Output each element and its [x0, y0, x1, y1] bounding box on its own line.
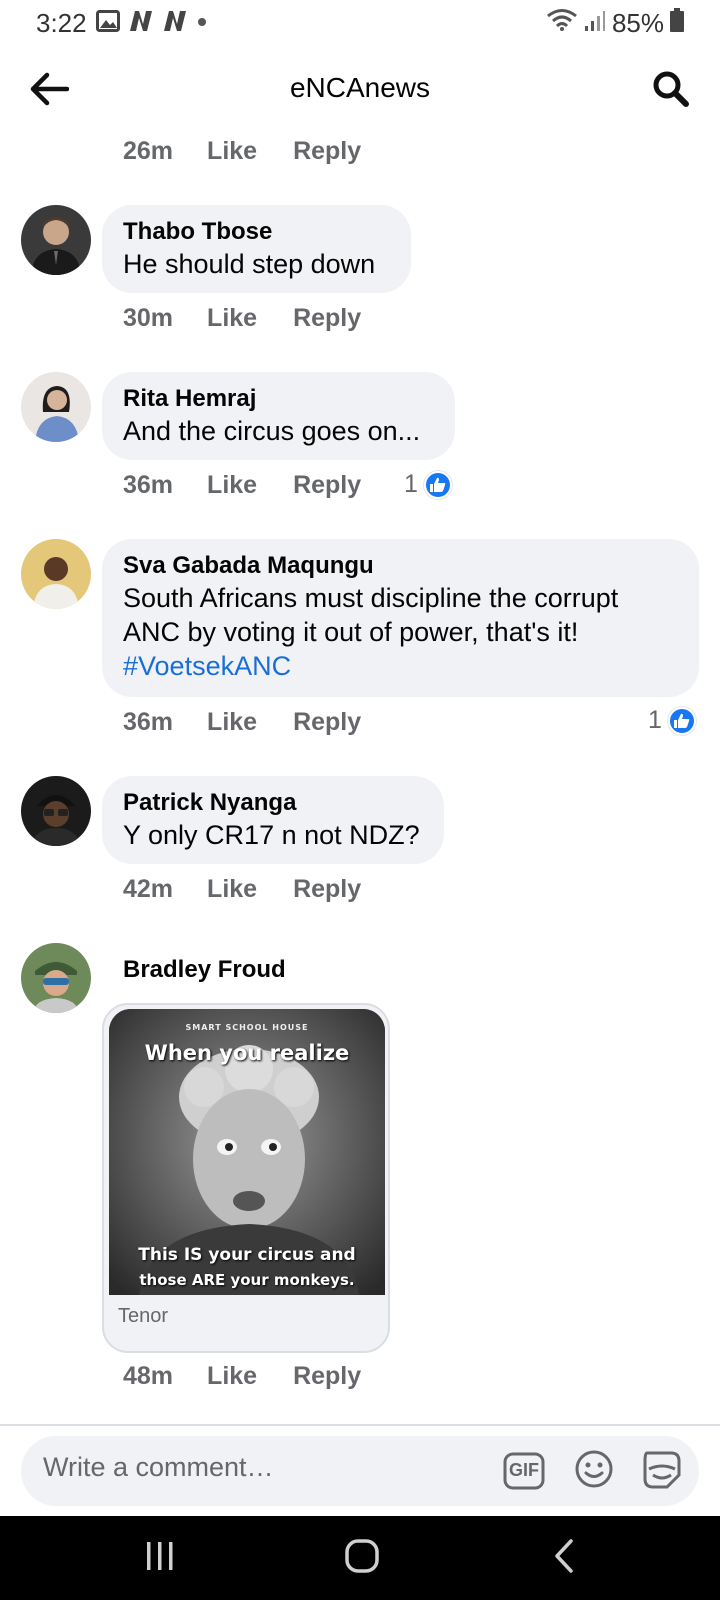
sticker-icon [641, 1449, 683, 1494]
thumbs-up-icon [667, 706, 696, 735]
gif-image[interactable]: SMART SCHOOL HOUSE When you realize This… [109, 1009, 385, 1295]
comment-text-line: ANC by voting it out of power, that's it… [123, 617, 579, 647]
comment-text: Y only CR17 n not NDZ? [123, 820, 420, 850]
comment-time: 30m [123, 304, 174, 332]
gif-source-label: Tenor [118, 1305, 169, 1327]
gif-button[interactable]: GIF [502, 1450, 546, 1492]
comment-bubble[interactable]: Rita Hemraj And the circus goes on... [102, 372, 455, 460]
status-right: 85% [546, 8, 684, 39]
gif-attachment[interactable]: SMART SCHOOL HOUSE When you realize This… [102, 1003, 390, 1353]
comment-time: 36m [123, 708, 174, 736]
like-button[interactable]: Like [207, 137, 257, 166]
comment-time: 42m [123, 875, 174, 903]
reply-button[interactable]: Reply [293, 875, 361, 904]
reply-button[interactable]: Reply [293, 708, 361, 737]
avatar[interactable] [21, 776, 91, 846]
n-app-icon [128, 10, 154, 37]
comment-actions: 30m Like Reply [123, 304, 361, 333]
emoji-icon [574, 1449, 614, 1494]
comment-actions: 36m Like Reply [123, 708, 361, 737]
gif-bottom-caption: This IS your circus and [138, 1245, 356, 1265]
comment-time: 48m [123, 1362, 174, 1390]
comment-bubble[interactable]: Patrick Nyanga Y only CR17 n not NDZ? [102, 776, 444, 864]
home-icon [344, 1538, 380, 1579]
search-button[interactable] [648, 68, 694, 114]
recent-apps-button[interactable] [130, 1536, 190, 1580]
like-button[interactable]: Like [207, 875, 257, 904]
comment-bubble[interactable]: Thabo Tbose He should step down [102, 205, 411, 293]
battery-icon [670, 8, 684, 39]
comment-input[interactable] [43, 1452, 463, 1483]
comment-time: 26m [123, 137, 174, 165]
reply-button[interactable]: Reply [293, 304, 361, 333]
page-title: eNCAnews [289, 72, 431, 103]
reaction-count-text: 1 [648, 706, 662, 734]
like-button[interactable]: Like [207, 1362, 257, 1391]
gif-icon: GIF [503, 1452, 545, 1490]
sticker-button[interactable] [640, 1450, 684, 1492]
back-icon [551, 1538, 577, 1579]
avatar[interactable] [21, 539, 91, 609]
n-app-icon [162, 10, 188, 37]
gif-small-caption: SMART SCHOOL HOUSE [185, 1023, 309, 1032]
avatar[interactable] [21, 943, 91, 1013]
app-header: eNCAnews [0, 46, 720, 136]
battery-text: 85% [611, 8, 664, 38]
comment-author[interactable]: Sva Gabada Maqungu [123, 551, 679, 581]
gallery-icon [96, 10, 120, 37]
status-time: 3:22 [36, 8, 87, 38]
like-button[interactable]: Like [207, 304, 257, 333]
like-button[interactable]: Like [207, 471, 257, 500]
comment-bubble[interactable]: Sva Gabada Maqungu South Africans must d… [102, 539, 699, 697]
status-bar: 3:22 85% [0, 0, 720, 46]
reaction-count-text: 1 [404, 470, 418, 498]
notification-icons [96, 10, 208, 37]
comment-text-line: South Africans must discipline the corru… [123, 583, 619, 613]
comment-actions: 48m Like Reply [123, 1362, 361, 1391]
reaction-count[interactable]: 1 [404, 470, 452, 499]
comment-actions: 36m Like Reply [123, 471, 361, 500]
home-button[interactable] [332, 1536, 392, 1580]
comment-text: He should step down [123, 249, 376, 279]
gif-bottom-caption: those ARE your monkeys. [139, 1271, 355, 1289]
comment-author[interactable]: Thabo Tbose [123, 217, 391, 247]
back-nav-button[interactable] [534, 1536, 594, 1580]
comment-author[interactable]: Patrick Nyanga [123, 788, 424, 818]
gif-icon-label: GIF [509, 1460, 539, 1480]
gif-top-caption: When you realize [144, 1041, 350, 1065]
comment-text: And the circus goes on... [123, 416, 421, 446]
reaction-count[interactable]: 1 [648, 706, 696, 735]
recent-apps-icon [144, 1540, 176, 1577]
comment-composer: GIF [21, 1436, 699, 1506]
wifi-icon [546, 8, 578, 39]
comment-author[interactable]: Rita Hemraj [123, 384, 435, 414]
comment-actions: 26m Like Reply [123, 137, 361, 166]
hashtag-link[interactable]: #VoetsekANC [123, 649, 679, 683]
comment-actions: 42m Like Reply [123, 875, 361, 904]
search-icon [652, 70, 690, 113]
dot-icon [196, 15, 208, 33]
like-button[interactable]: Like [207, 708, 257, 737]
composer-divider [0, 1424, 720, 1426]
comment-author[interactable]: Bradley Froud [123, 955, 286, 985]
reply-button[interactable]: Reply [293, 137, 361, 166]
reply-button[interactable]: Reply [293, 1362, 361, 1391]
reply-button[interactable]: Reply [293, 471, 361, 500]
avatar[interactable] [21, 372, 91, 442]
signal-icon [584, 8, 606, 39]
system-nav-bar [0, 1516, 720, 1600]
thumbs-up-icon [423, 470, 452, 499]
emoji-button[interactable] [572, 1450, 616, 1492]
avatar[interactable] [21, 205, 91, 275]
comment-time: 36m [123, 471, 174, 499]
